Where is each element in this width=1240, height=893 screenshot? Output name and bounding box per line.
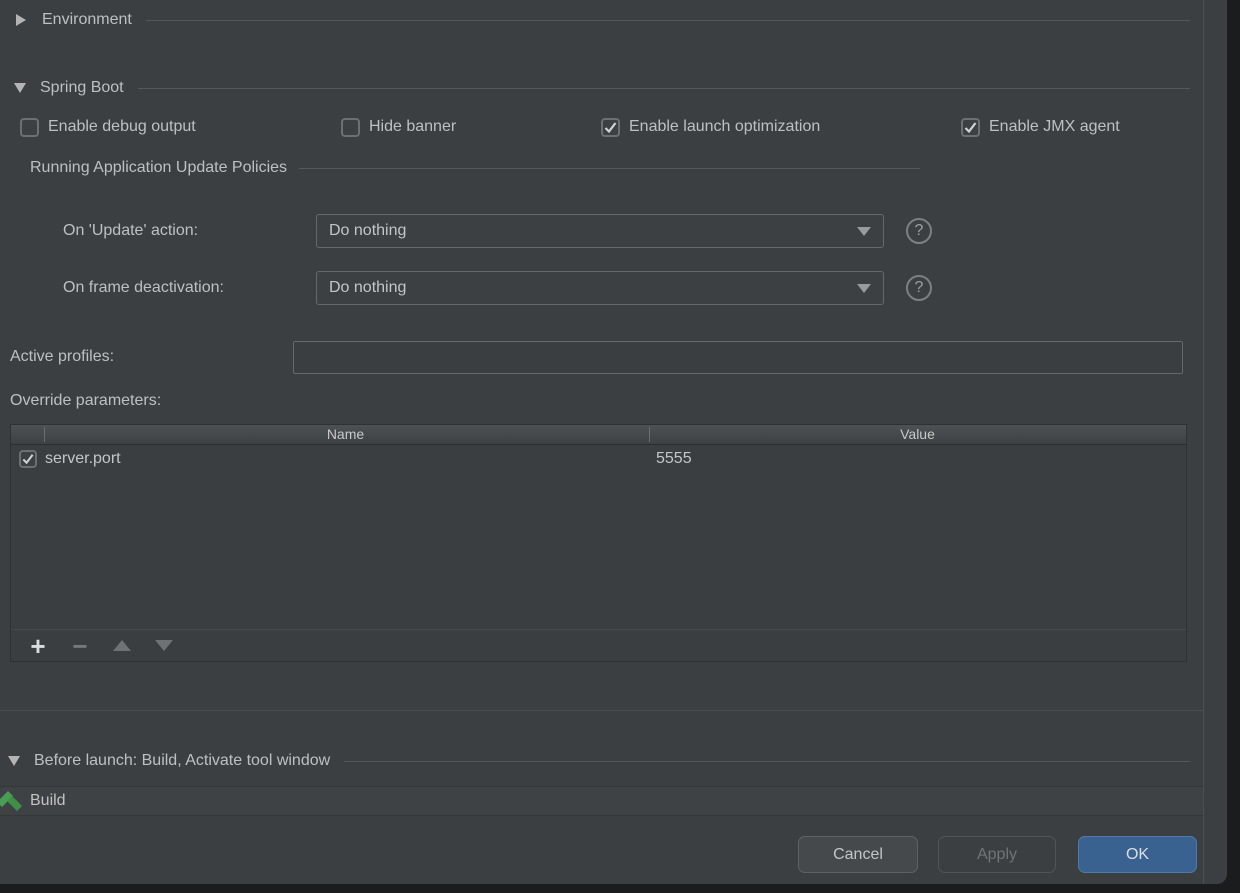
chevron-down-icon — [857, 283, 871, 293]
on-frame-deactivation-row: On frame deactivation: Do nothing ? — [0, 271, 940, 305]
checkbox-icon — [20, 117, 39, 137]
before-launch-task-list: Build — [0, 786, 1203, 816]
chevron-down-icon — [857, 226, 871, 236]
arrow-down-icon — [155, 640, 173, 651]
on-update-action-label: On 'Update' action: — [63, 222, 199, 239]
section-before-launch-label: Before launch: Build, Activate tool wind… — [34, 752, 331, 769]
arrow-up-icon — [113, 640, 131, 651]
task-row-build[interactable]: Build — [0, 787, 1203, 815]
column-header-name[interactable]: Name — [44, 426, 647, 442]
minus-icon: − — [72, 630, 88, 661]
separator-line — [344, 760, 1190, 762]
on-frame-deactivation-label: On frame deactivation: — [63, 279, 224, 296]
table-toolbar: + − — [11, 629, 1186, 661]
checkbox-enable-launch-optimization[interactable]: Enable launch optimization — [601, 113, 820, 141]
help-icon[interactable]: ? — [906, 275, 932, 301]
section-environment-label: Environment — [42, 11, 132, 28]
scrollbar-track-divider[interactable] — [1203, 0, 1204, 884]
combobox-selected-value: Do nothing — [329, 279, 407, 296]
section-before-launch[interactable]: Before launch: Build, Activate tool wind… — [8, 752, 1190, 770]
ok-button[interactable]: OK — [1078, 836, 1197, 873]
column-header-value[interactable]: Value — [649, 426, 1186, 442]
chevron-down-icon — [8, 756, 20, 766]
table-row[interactable]: server.port 5555 — [11, 445, 1186, 473]
section-spring-boot-label: Spring Boot — [40, 79, 124, 96]
on-update-action-combobox[interactable]: Do nothing — [316, 214, 884, 248]
separator-line — [299, 167, 920, 169]
section-spring-boot[interactable]: Spring Boot — [14, 79, 1190, 97]
plus-icon: + — [30, 630, 46, 661]
move-down-button[interactable] — [149, 640, 179, 651]
separator-line — [137, 87, 1190, 89]
cell-parameter-value: 5555 — [656, 450, 692, 467]
checkbox-label: Enable JMX agent — [989, 118, 1120, 135]
checkbox-icon — [341, 117, 360, 137]
checkbox-label: Enable debug output — [48, 118, 196, 135]
checkbox-label: Enable launch optimization — [629, 118, 821, 135]
checkbox-enable-debug-output[interactable]: Enable debug output — [20, 113, 196, 141]
section-environment[interactable]: Environment — [16, 11, 1190, 29]
update-policies-title-label: Running Application Update Policies — [30, 159, 288, 176]
add-button[interactable]: + — [23, 633, 53, 659]
move-up-button[interactable] — [107, 640, 137, 651]
row-checkbox-checked[interactable] — [19, 450, 37, 468]
panel-divider — [0, 710, 1203, 711]
help-icon[interactable]: ? — [906, 218, 932, 244]
chevron-right-icon — [16, 14, 26, 26]
checkmark-icon — [601, 117, 620, 137]
task-label: Build — [30, 792, 66, 809]
active-profiles-label: Active profiles: — [10, 348, 115, 365]
combobox-selected-value: Do nothing — [329, 222, 407, 239]
table-header: Name Value — [11, 425, 1186, 445]
separator-line — [145, 19, 1190, 21]
checkbox-enable-jmx-agent[interactable]: Enable JMX agent — [961, 113, 1120, 141]
override-parameters-table: Name Value server.port 5555 + − — [10, 424, 1187, 662]
run-configuration-dialog: Environment Spring Boot Enable debug out… — [0, 0, 1227, 884]
screenshot-stage: Environment Spring Boot Enable debug out… — [0, 0, 1240, 893]
active-profiles-input[interactable] — [293, 341, 1183, 374]
update-policies-title: Running Application Update Policies — [30, 159, 920, 177]
override-parameters-label: Override parameters: — [10, 392, 162, 409]
remove-button[interactable]: − — [65, 633, 95, 659]
build-hammer-icon — [0, 789, 24, 813]
checkbox-label: Hide banner — [369, 118, 457, 135]
apply-button[interactable]: Apply — [938, 836, 1056, 873]
cancel-button[interactable]: Cancel — [798, 836, 918, 873]
cell-parameter-name: server.port — [45, 450, 121, 467]
on-frame-deactivation-combobox[interactable]: Do nothing — [316, 271, 884, 305]
chevron-down-icon — [14, 83, 26, 93]
checkmark-icon — [961, 117, 980, 137]
on-update-action-row: On 'Update' action: Do nothing ? — [0, 214, 940, 248]
checkbox-hide-banner[interactable]: Hide banner — [341, 113, 456, 141]
